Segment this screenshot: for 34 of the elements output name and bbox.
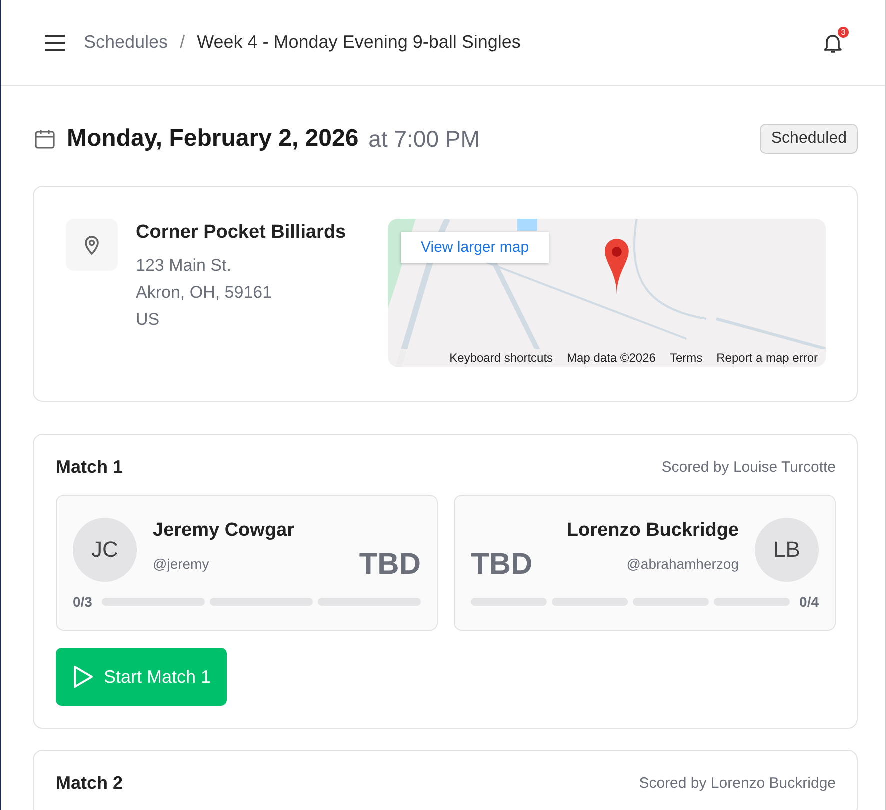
- status-badge: Scheduled: [760, 124, 858, 154]
- calendar-icon: [33, 127, 57, 151]
- breadcrumb-link[interactable]: Schedules: [84, 32, 168, 53]
- player-handle: @abrahamherzog: [626, 556, 739, 572]
- games-count: 0/4: [800, 594, 819, 610]
- scorer-label: Scored by Louise Turcotte: [662, 459, 836, 476]
- venue-name: Corner Pocket Billiards: [136, 222, 348, 244]
- map-footer-link[interactable]: Map data ©2026: [567, 351, 656, 365]
- menu-icon[interactable]: [44, 34, 66, 52]
- player-name: Jeremy Cowgar: [153, 520, 296, 542]
- address-line: US: [136, 309, 161, 331]
- address-line: Akron, OH, 59161: [136, 282, 274, 304]
- breadcrumb-separator: /: [180, 32, 186, 53]
- player-score: TBD: [359, 548, 421, 582]
- play-icon: [72, 665, 94, 689]
- schedule-time: at 7:00 PM: [368, 126, 480, 152]
- breadcrumb-link[interactable]: Week 4 - Monday Evening 9-ball Singles: [197, 32, 521, 53]
- location-pin-icon: [66, 219, 118, 271]
- player-name: Lorenzo Buckridge: [566, 520, 739, 542]
- notification-badge: 3: [838, 26, 849, 38]
- player-handle: @jeremy: [153, 556, 210, 572]
- match-title: Match 1: [56, 457, 124, 478]
- map-footer-link[interactable]: Report a map error: [716, 351, 818, 365]
- avatar: LB: [755, 518, 819, 582]
- avatar: JC: [73, 518, 137, 582]
- scorer-label: Scored by Lorenzo Buckridge: [639, 775, 836, 792]
- view-larger-map-button[interactable]: View larger map: [401, 232, 550, 263]
- map-footer-link[interactable]: Terms: [670, 351, 703, 365]
- games-count: 0/3: [73, 594, 92, 610]
- map-footer-link[interactable]: Keyboard shortcuts: [450, 351, 554, 365]
- schedule-date: Monday, February 2, 2026: [67, 125, 359, 153]
- address-line: 123 Main St.: [136, 255, 232, 277]
- player-score: TBD: [471, 548, 533, 582]
- match-title: Match 2: [56, 773, 124, 794]
